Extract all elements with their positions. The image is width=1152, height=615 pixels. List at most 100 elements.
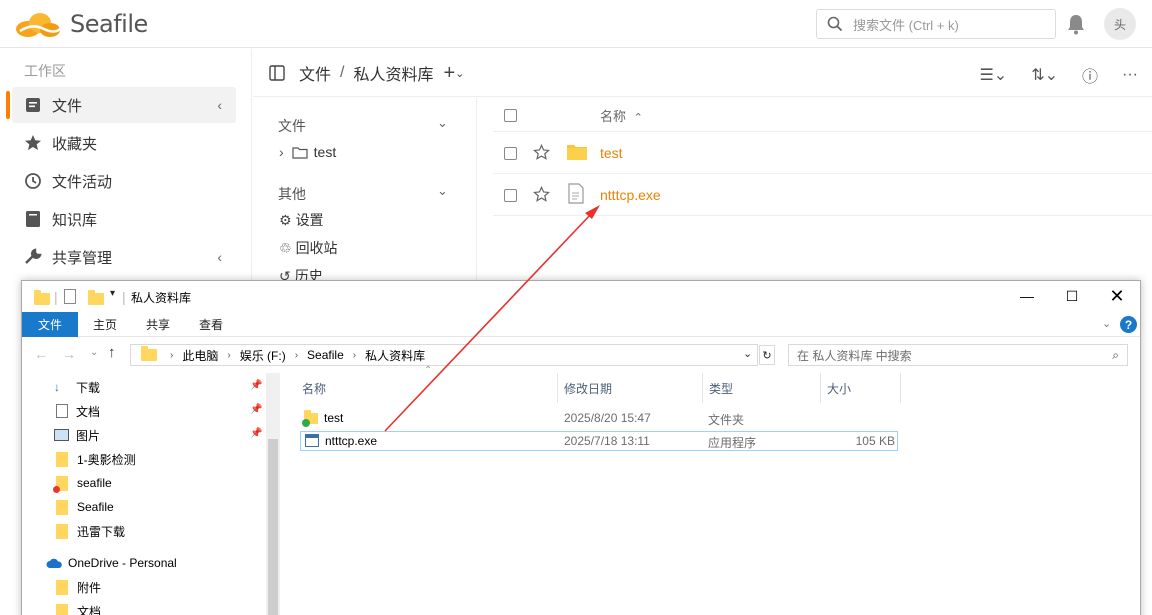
bell-icon[interactable] bbox=[1066, 13, 1086, 35]
explorer-titlebar: | ▾ | 私人资料库 — ☐ ✕ bbox=[22, 281, 1140, 312]
tree-settings[interactable]: ⚙ 设置 bbox=[279, 210, 324, 230]
star-outline-icon[interactable] bbox=[533, 186, 550, 203]
star-icon bbox=[24, 134, 42, 152]
row-checkbox[interactable] bbox=[504, 147, 517, 160]
search-placeholder: 在 私人资料库 中搜索 bbox=[797, 348, 912, 363]
column-label: 名称 bbox=[302, 381, 327, 396]
search-input[interactable]: 搜索文件 (Ctrl + k) bbox=[816, 9, 1056, 39]
nav-scrollbar[interactable] bbox=[266, 373, 280, 615]
column-header-date[interactable]: 修改日期 bbox=[558, 373, 703, 403]
table-row[interactable]: ntttcp.exe 2025/7/18 13:11 应用程序 105 KB bbox=[300, 431, 898, 451]
breadcrumb-root[interactable]: 文件 bbox=[299, 61, 331, 85]
select-all-checkbox[interactable] bbox=[504, 109, 517, 122]
sidebar-toggle-icon[interactable] bbox=[269, 65, 285, 81]
seafile-logo[interactable]: Seafile bbox=[14, 8, 148, 40]
pin-icon[interactable]: 📌 bbox=[250, 428, 262, 439]
nav-item-folder[interactable]: seafile bbox=[53, 472, 112, 494]
minimize-icon[interactable]: — bbox=[1017, 287, 1037, 305]
column-header-size[interactable]: 大小 bbox=[821, 373, 901, 403]
sort-ascending-icon: ⌃ bbox=[633, 112, 643, 124]
chevron-down-icon[interactable]: ▾ bbox=[110, 288, 115, 299]
add-icon[interactable]: + bbox=[443, 62, 455, 85]
chevron-left-icon[interactable]: ‹ bbox=[217, 249, 222, 265]
info-icon[interactable]: ⓘ bbox=[1082, 63, 1098, 87]
chevron-right-icon[interactable]: › bbox=[279, 144, 284, 160]
address-segment[interactable]: 娱乐 (F:) bbox=[240, 347, 286, 364]
nav-item-label: 图片 bbox=[76, 428, 101, 443]
close-icon[interactable]: ✕ bbox=[1107, 286, 1127, 306]
nav-item-label: Seafile bbox=[77, 500, 114, 514]
path-separator: › bbox=[352, 349, 357, 361]
address-dropdown-icon[interactable]: ⌄ bbox=[743, 347, 752, 360]
gear-icon: ⚙ bbox=[279, 211, 292, 228]
nav-item-folder[interactable]: 1-奥影检测 bbox=[54, 448, 136, 470]
tree-files-header: 文件 bbox=[278, 118, 306, 134]
chevron-down-icon[interactable]: ⌄ bbox=[437, 115, 448, 131]
row-checkbox[interactable] bbox=[504, 189, 517, 202]
nav-item-documents[interactable]: 文档 bbox=[54, 400, 100, 422]
search-icon[interactable]: ⌕ bbox=[1112, 348, 1119, 363]
chevron-down-icon[interactable]: ⌄ bbox=[1102, 317, 1111, 330]
folder-synced-icon bbox=[302, 410, 318, 427]
help-icon[interactable]: ? bbox=[1120, 316, 1137, 333]
tree-trash[interactable]: ♲ 回收站 bbox=[279, 238, 338, 258]
sort-icon[interactable]: ⇅⌄ bbox=[1031, 65, 1058, 85]
more-icon[interactable]: ··· bbox=[1122, 66, 1138, 84]
sidebar-item-share-admin[interactable]: 共享管理 ‹ bbox=[12, 239, 236, 275]
tab-home[interactable]: 主页 bbox=[78, 312, 132, 337]
properties-icon[interactable] bbox=[64, 289, 76, 304]
refresh-icon[interactable]: ↻ bbox=[759, 345, 775, 365]
titlebar-divider: | bbox=[54, 289, 58, 305]
new-folder-icon[interactable] bbox=[88, 290, 104, 305]
file-name: test bbox=[324, 411, 344, 425]
chevron-down-icon[interactable]: ⌄ bbox=[455, 67, 464, 80]
scrollbar-thumb[interactable] bbox=[268, 439, 278, 615]
folder-icon bbox=[56, 603, 68, 615]
nav-item-folder[interactable]: Seafile bbox=[54, 496, 114, 518]
sidebar-item-files[interactable]: 文件 ‹ bbox=[6, 87, 236, 123]
nav-item-folder[interactable]: 附件 bbox=[54, 576, 101, 598]
address-segment[interactable]: Seafile bbox=[307, 348, 344, 362]
list-view-icon[interactable]: ☰⌄ bbox=[979, 65, 1007, 85]
tree-folder-test[interactable]: › test bbox=[279, 144, 336, 160]
recent-locations-icon[interactable]: ⌄ bbox=[90, 347, 98, 358]
table-row[interactable]: ntttcp.exe bbox=[493, 174, 1152, 216]
address-segment[interactable]: 私人资料库 bbox=[365, 347, 425, 364]
table-row[interactable]: test 2025/8/20 15:47 文件夹 bbox=[300, 409, 898, 429]
back-icon[interactable]: ← bbox=[34, 346, 48, 362]
search-icon bbox=[827, 16, 843, 32]
star-outline-icon[interactable] bbox=[533, 144, 550, 161]
nav-item-downloads[interactable]: ↓ 下载 bbox=[54, 376, 100, 398]
column-header-name[interactable]: 名称 bbox=[296, 373, 558, 403]
column-label: 修改日期 bbox=[564, 381, 613, 396]
file-name-link[interactable]: test bbox=[600, 145, 623, 161]
forward-icon[interactable]: → bbox=[62, 346, 76, 362]
chevron-left-icon[interactable]: ‹ bbox=[217, 97, 222, 113]
pin-icon[interactable]: 📌 bbox=[250, 380, 262, 391]
file-size: 105 KB bbox=[855, 434, 895, 448]
search-input[interactable]: 在 私人资料库 中搜索 ⌕ bbox=[788, 344, 1128, 366]
tab-file[interactable]: 文件 bbox=[22, 312, 78, 337]
nav-item-onedrive[interactable]: OneDrive - Personal bbox=[46, 552, 177, 574]
pin-icon[interactable]: 📌 bbox=[250, 404, 262, 415]
chevron-down-icon[interactable]: ⌄ bbox=[437, 183, 448, 199]
address-segment[interactable]: 此电脑 bbox=[182, 347, 218, 364]
tab-share[interactable]: 共享 bbox=[132, 312, 184, 337]
address-bar[interactable]: › 此电脑 › 娱乐 (F:) › Seafile › 私人资料库 bbox=[130, 344, 758, 366]
name-column-header[interactable]: 名称 ⌃ bbox=[600, 106, 643, 125]
nav-item-pictures[interactable]: 图片 bbox=[54, 424, 100, 446]
file-name-link[interactable]: ntttcp.exe bbox=[600, 187, 661, 203]
avatar[interactable]: 头 bbox=[1104, 8, 1136, 40]
column-header-type[interactable]: 类型 bbox=[703, 373, 821, 403]
table-row[interactable]: test bbox=[493, 132, 1152, 174]
nav-item-folder[interactable]: 迅雷下载 bbox=[54, 520, 125, 542]
sidebar-item-wiki[interactable]: 知识库 bbox=[12, 201, 236, 237]
seafile-logo-icon bbox=[16, 13, 63, 37]
sidebar-item-favorites[interactable]: 收藏夹 bbox=[12, 125, 236, 161]
nav-item-folder[interactable]: 文档 bbox=[54, 600, 101, 615]
maximize-icon[interactable]: ☐ bbox=[1062, 287, 1082, 305]
up-icon[interactable]: ↑ bbox=[108, 344, 116, 361]
nav-item-label: OneDrive - Personal bbox=[68, 556, 177, 570]
tab-view[interactable]: 查看 bbox=[184, 312, 238, 337]
sidebar-item-activity[interactable]: 文件活动 bbox=[12, 163, 236, 199]
